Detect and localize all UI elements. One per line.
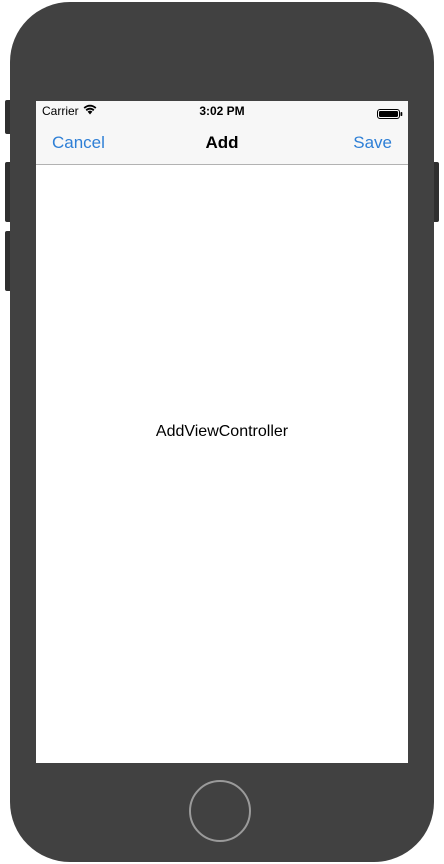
simulator-stage: Carrier 3:02 PM Cancel Add Save AddViewC… [0, 0, 444, 864]
view-controller-label: AddViewController [155, 423, 289, 440]
status-bar: Carrier 3:02 PM [36, 101, 408, 121]
status-time: 3:02 PM [199, 104, 245, 118]
navigation-bar: Cancel Add Save [36, 121, 408, 165]
nav-title: Add [205, 133, 239, 152]
save-button[interactable]: Save [353, 133, 392, 153]
device-screen: Carrier 3:02 PM Cancel Add Save AddViewC… [36, 101, 408, 763]
battery-icon [377, 106, 403, 119]
home-button[interactable] [189, 780, 251, 842]
